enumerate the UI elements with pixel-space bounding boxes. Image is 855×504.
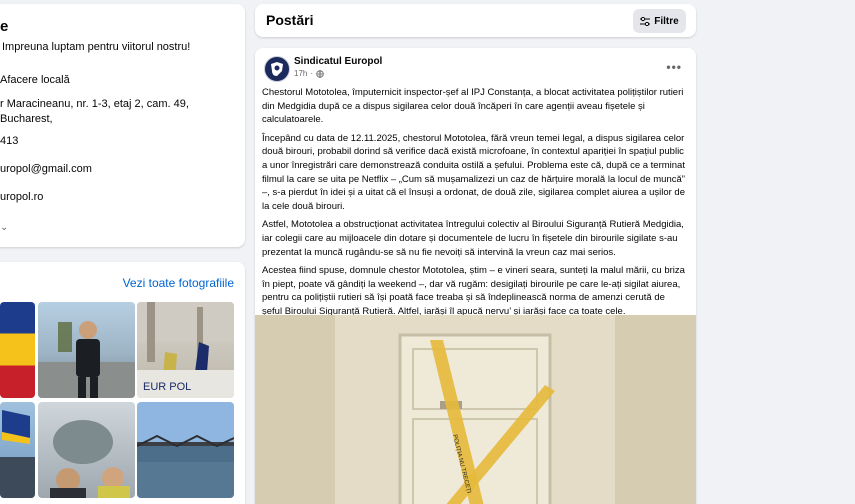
police-officer-image bbox=[38, 321, 135, 398]
author-avatar[interactable] bbox=[264, 56, 290, 82]
sliders-icon bbox=[640, 16, 651, 26]
see-all-photos-link[interactable]: Vezi toate fotografiile bbox=[123, 276, 234, 290]
filter-label: Filtre bbox=[654, 15, 679, 27]
intro-category: Afacere locală bbox=[0, 74, 70, 86]
protest-image: EUR POL bbox=[137, 302, 234, 398]
post-image[interactable]: POLIȚIA NU TRECEȚI bbox=[255, 315, 696, 504]
photo-thumbnail[interactable] bbox=[38, 302, 135, 398]
post-author[interactable]: Sindicatul Europol bbox=[294, 56, 382, 67]
photo-thumbnail[interactable]: EUR POL bbox=[137, 302, 234, 398]
intro-slogan: Impreuna luptam pentru viitorul nostru! bbox=[2, 41, 191, 53]
people-image bbox=[50, 420, 130, 498]
post-paragraph: Acestea fiind spuse, domnule chestor Mot… bbox=[262, 265, 685, 317]
post-time[interactable]: 17h bbox=[294, 69, 307, 78]
intro-card: e Impreuna luptam pentru viitorul nostru… bbox=[0, 4, 245, 247]
photos-card: Vezi toate fotografiile EUR POL bbox=[0, 262, 245, 504]
posts-title: Postări bbox=[266, 12, 314, 28]
photo-thumbnail[interactable] bbox=[0, 402, 35, 498]
intro-website[interactable]: uropol.ro bbox=[0, 190, 235, 205]
intro-phone: 413 bbox=[0, 135, 19, 147]
photo-thumbnail[interactable] bbox=[137, 402, 234, 498]
intro-email[interactable]: uropol@gmail.com bbox=[0, 162, 235, 177]
photo-thumbnail[interactable] bbox=[38, 402, 135, 498]
intro-address: r Maracineanu, nr. 1-3, etaj 2, cam. 49,… bbox=[0, 98, 189, 125]
flags-image bbox=[0, 410, 35, 498]
post-meta: 17h · bbox=[294, 69, 324, 78]
post-paragraph: Astfel, Mototolea a obstrucționat activi… bbox=[262, 219, 684, 258]
bridge-image bbox=[137, 434, 234, 498]
post-paragraph: Începând cu data de 12.11.2025, chestoru… bbox=[262, 132, 685, 212]
intro-title: e bbox=[0, 18, 9, 35]
post-text: Chestorul Mototolea, împuternicit inspec… bbox=[262, 86, 687, 324]
sealed-door-image: POLIȚIA NU TRECEȚI bbox=[255, 315, 696, 504]
more-options-icon[interactable]: ••• bbox=[666, 60, 682, 74]
post-card: Sindicatul Europol 17h · ••• Chestorul M… bbox=[255, 48, 696, 504]
globe-icon bbox=[316, 69, 324, 78]
europol-sign-text: EUR POL bbox=[143, 381, 191, 393]
post-paragraph: Chestorul Mototolea, împuternicit inspec… bbox=[262, 87, 684, 126]
filter-button[interactable]: Filtre bbox=[633, 9, 686, 33]
posts-header: Postări Filtre bbox=[255, 4, 696, 37]
chevron-down-icon[interactable]: ⌄ bbox=[0, 222, 8, 233]
shield-icon bbox=[271, 62, 283, 76]
photo-thumbnail[interactable] bbox=[0, 302, 35, 398]
